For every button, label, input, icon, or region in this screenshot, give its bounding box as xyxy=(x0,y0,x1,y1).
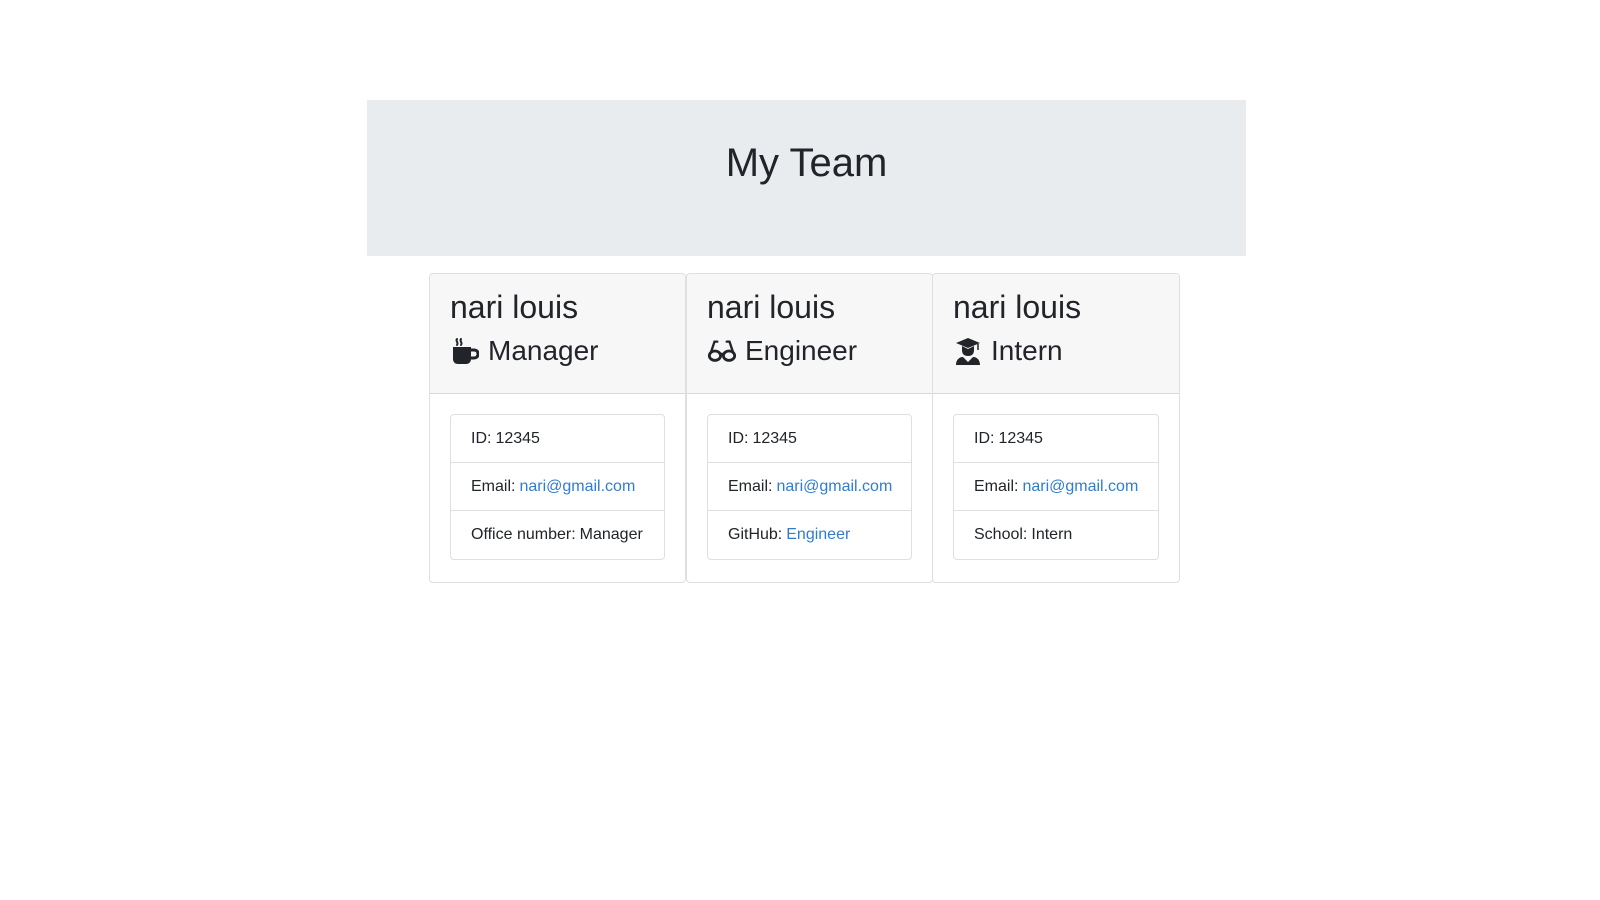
email-label: Email: xyxy=(728,477,773,495)
id-label: ID: xyxy=(728,429,749,447)
github-link[interactable]: Engineer xyxy=(786,526,850,544)
employee-card-engineer: nari louis Engineer ID: 12345 Email: nar… xyxy=(686,273,933,583)
info-list: ID: 12345 Email: nari@gmail.com GitHub: … xyxy=(707,414,912,560)
github-label: GitHub: xyxy=(728,526,783,543)
role-label: Intern xyxy=(991,335,1063,367)
employee-card-intern: nari louis Intern ID: 12345 Email: nari@… xyxy=(932,273,1180,583)
id-value: 12345 xyxy=(495,429,540,447)
list-item-id: ID: 12345 xyxy=(451,415,664,463)
info-list: ID: 12345 Email: nari@gmail.com Office n… xyxy=(450,414,665,560)
list-item-school: School: Intern xyxy=(954,511,1158,559)
role-label: Engineer xyxy=(745,335,858,367)
card-body: ID: 12345 Email: nari@gmail.com Office n… xyxy=(430,394,685,580)
school-label: School: xyxy=(974,526,1028,543)
employee-name: nari louis xyxy=(707,289,836,325)
graduate-icon xyxy=(953,336,983,366)
school-value: Intern xyxy=(1031,526,1073,543)
id-label: ID: xyxy=(974,429,995,447)
info-list: ID: 12345 Email: nari@gmail.com School: … xyxy=(953,414,1159,560)
email-link[interactable]: nari@gmail.com xyxy=(1022,478,1138,496)
office-number-value: Manager xyxy=(579,526,643,543)
id-value: 12345 xyxy=(752,429,797,447)
coffee-mug-icon xyxy=(450,336,480,366)
employee-role: Manager xyxy=(450,334,665,368)
list-item-email: Email: nari@gmail.com xyxy=(954,463,1158,511)
card-body: ID: 12345 Email: nari@gmail.com GitHub: … xyxy=(687,394,932,580)
email-link[interactable]: nari@gmail.com xyxy=(776,478,892,496)
list-item-email: Email: nari@gmail.com xyxy=(451,463,664,511)
email-label: Email: xyxy=(974,477,1019,495)
office-number-label: Office number: xyxy=(471,526,576,543)
employee-card-manager: nari louis Manager ID: 12345 Email: nari… xyxy=(429,273,686,583)
employee-role: Intern xyxy=(953,334,1159,368)
email-label: Email: xyxy=(471,477,516,495)
role-label: Manager xyxy=(488,335,599,367)
list-item-id: ID: 12345 xyxy=(708,415,911,463)
list-item-office-number: Office number: Manager xyxy=(451,511,664,559)
glasses-icon xyxy=(707,336,737,366)
list-item-email: Email: nari@gmail.com xyxy=(708,463,911,511)
page-header: My Team xyxy=(367,100,1246,256)
list-item-github: GitHub: Engineer xyxy=(708,511,911,559)
employee-role: Engineer xyxy=(707,334,912,368)
employee-name: nari louis xyxy=(953,289,1082,325)
card-header: nari louis Engineer xyxy=(687,274,932,394)
id-value: 12345 xyxy=(998,429,1043,447)
id-label: ID: xyxy=(471,429,492,447)
employee-name: nari louis xyxy=(450,289,579,325)
card-body: ID: 12345 Email: nari@gmail.com School: … xyxy=(933,394,1179,580)
card-header: nari louis Intern xyxy=(933,274,1179,394)
card-header: nari louis Manager xyxy=(430,274,685,394)
email-link[interactable]: nari@gmail.com xyxy=(519,478,635,496)
page-title: My Team xyxy=(725,141,888,185)
list-item-id: ID: 12345 xyxy=(954,415,1158,463)
